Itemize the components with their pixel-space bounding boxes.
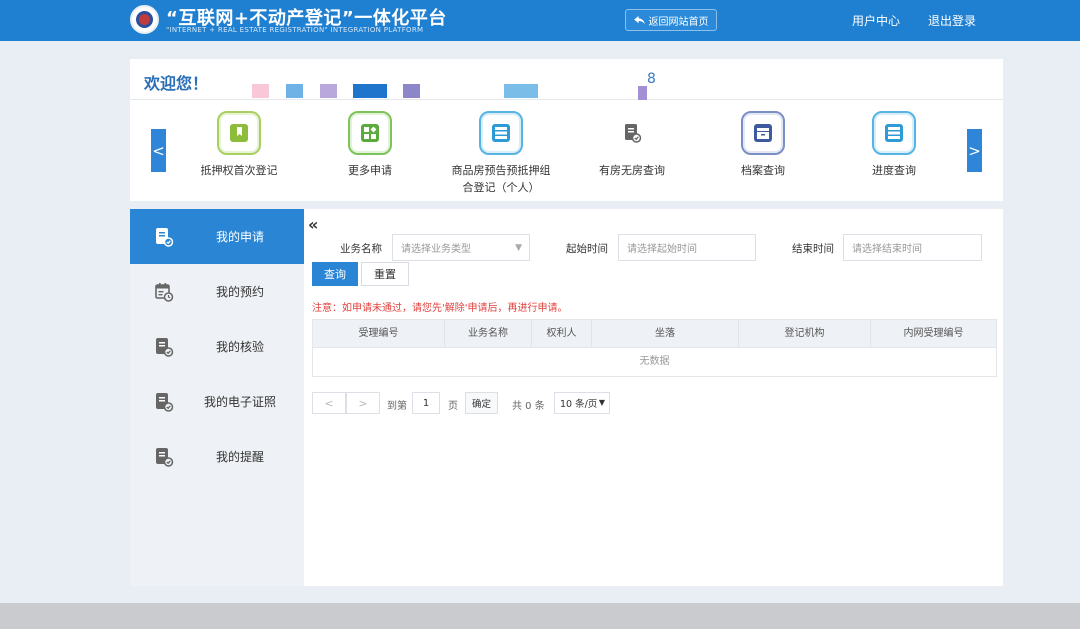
bottom-bar [0,603,1080,629]
server-icon [479,111,523,155]
end-time-label: 结束时间 [792,243,834,255]
shortcut-property-query[interactable]: 有房无房查询 [562,111,702,179]
redacted-block [320,84,337,98]
back-arrow-icon [633,15,645,24]
collapse-sidebar-icon[interactable]: « [308,215,318,234]
sidebar-item-my-appointments[interactable]: 我的预约 [130,264,304,319]
welcome-text: 欢迎您！ [144,74,209,93]
welcome-row: 欢迎您！ 8 [130,59,1003,100]
carousel-next-button[interactable]: > [967,129,982,172]
return-home-button[interactable]: 返回网站首页 [625,9,717,31]
end-time-placeholder: 请选择结束时间 [852,244,922,255]
goto-confirm-button[interactable]: 确定 [465,392,498,414]
main-content: « 业务名称 请选择业务类型 ▼ 起始时间 请选择起始时间 结束时间 请选择结束… [304,209,1003,586]
document-check-icon [156,447,174,467]
redacted-block [403,84,420,98]
shortcut-more-applications[interactable]: 更多申请 [300,111,440,179]
document-check-icon [156,227,174,247]
prev-page-button[interactable]: < [312,392,346,414]
sidebar-item-label: 我的核验 [215,340,264,354]
table-header: 受理编号 业务名称 权利人 坐落 登记机构 内网受理编号 [312,319,997,348]
page-size-select[interactable]: 10 条/页 ▼ [554,392,610,414]
redacted-block [353,84,387,98]
sidebar: 我的申请 我的预约 我的核验 我的电子证照 我的提醒 [130,209,304,586]
start-time-input[interactable]: 请选择起始时间 [618,234,756,261]
sidebar-item-my-e-certificates[interactable]: 我的电子证照 [130,374,304,429]
start-time-label: 起始时间 [566,243,608,255]
sidebar-item-my-verifications[interactable]: 我的核验 [130,319,304,374]
end-time-input[interactable]: 请选择结束时间 [843,234,982,261]
redacted-block [504,84,538,98]
shortcut-progress-query[interactable]: 进度查询 [824,111,964,179]
calendar-clock-icon [155,282,174,302]
user-center-link[interactable]: 用户中心 [852,12,900,29]
start-time-placeholder: 请选择起始时间 [627,244,697,255]
shortcut-label: 进度查询 [872,164,916,177]
notice-text: 注意：如申请未通过，请您先'解除'申请后，再进行申请。 [312,303,568,314]
archive-icon [741,111,785,155]
column-header: 坐落 [592,320,739,347]
business-name-label: 业务名称 [340,243,382,255]
column-header: 内网受理编号 [903,328,964,339]
platform-subtitle: "INTERNET + REAL ESTATE REGISTRATION" IN… [166,26,424,34]
goto-label: 到第 [387,401,407,412]
welcome-panel: 欢迎您！ 8 < > 抵押权首次登记 更多申请 商品房预告预抵押组合登记（个人）… [130,59,1003,201]
welcome-number: 8 [647,71,656,87]
total-count: 共 0 条 [512,401,545,412]
sidebar-item-label: 我的提醒 [215,450,264,464]
redacted-block [286,84,303,98]
logout-link[interactable]: 退出登录 [928,12,976,29]
column-header: 登记机构 [739,320,871,347]
logo [130,5,159,34]
business-type-select[interactable]: 请选择业务类型 ▼ [392,234,530,261]
bookmark-icon [217,111,261,155]
sidebar-item-label: 我的申请 [215,230,264,244]
chevron-down-icon: ▼ [598,398,605,407]
shortcut-mortgage-registration[interactable]: 抵押权首次登记 [169,111,309,179]
top-header: “互联网+不动产登记”一体化平台 "INTERNET + REAL ESTATE… [0,0,1080,41]
shortcut-label: 商品房预告预抵押组合登记（个人） [451,164,551,194]
column-header: 受理编号 [313,320,445,347]
business-type-placeholder: 请选择业务类型 [401,244,471,255]
page-size-value: 10 条/页 [560,399,598,410]
shortcut-presale-mortgage[interactable]: 商品房预告预抵押组合登记（个人） [431,111,571,196]
sidebar-item-my-applications[interactable]: 我的申请 [130,209,304,264]
shortcut-archive-query[interactable]: 档案查询 [693,111,833,179]
document-check-icon [156,392,174,412]
document-check-icon [610,111,654,155]
shortcut-label: 更多申请 [348,164,392,177]
page-unit-label: 页 [448,401,458,412]
shortcut-label: 抵押权首次登记 [200,164,278,177]
server-icon [872,111,916,155]
sidebar-item-label: 我的电子证照 [203,395,276,409]
document-check-icon [156,337,174,357]
query-button[interactable]: 查询 [312,262,358,286]
sidebar-item-my-reminders[interactable]: 我的提醒 [130,429,304,484]
column-header: 权利人 [532,320,592,347]
carousel-prev-button[interactable]: < [151,129,166,172]
sidebar-item-label: 我的预约 [215,285,264,299]
apps-icon [348,111,392,155]
return-home-label: 返回网站首页 [648,16,709,28]
redacted-block [638,86,647,100]
redacted-block [252,84,269,98]
shortcut-label: 有房无房查询 [599,164,665,177]
chevron-down-icon: ▼ [515,243,522,253]
page-number-input[interactable]: 1 [412,392,440,414]
shortcut-label: 档案查询 [741,164,785,177]
next-page-button[interactable]: > [346,392,380,414]
reset-button[interactable]: 重置 [361,262,409,286]
table-empty-row: 无数据 [312,348,997,377]
column-header: 业务名称 [445,320,532,347]
